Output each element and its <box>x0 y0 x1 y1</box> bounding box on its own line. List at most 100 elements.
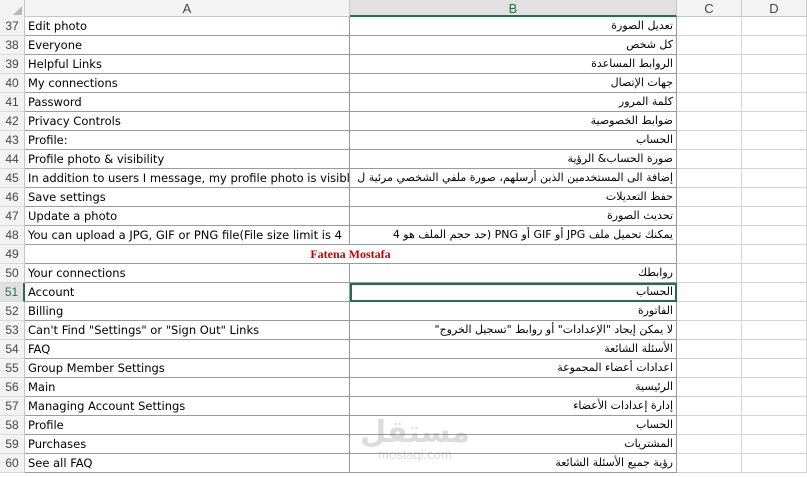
cell-empty[interactable] <box>742 17 807 36</box>
row-header[interactable]: 48 <box>0 226 25 245</box>
cell-empty[interactable] <box>677 17 742 36</box>
column-header-d[interactable]: D <box>742 0 807 17</box>
cell-arabic[interactable]: الأسئلة الشائعة <box>350 340 677 359</box>
cell-empty[interactable] <box>677 302 742 321</box>
cell-english[interactable]: Privacy Controls <box>25 112 350 131</box>
cell-empty[interactable] <box>677 150 742 169</box>
cell-english[interactable]: You can upload a JPG, GIF or PNG file(Fi… <box>25 226 350 245</box>
row-header[interactable]: 41 <box>0 93 25 112</box>
cell-empty[interactable] <box>677 397 742 416</box>
cell-arabic[interactable]: روابطك <box>350 264 677 283</box>
cell-empty[interactable] <box>677 112 742 131</box>
cell-arabic[interactable]: رؤية جميع الأسئلة الشائعة <box>350 454 677 473</box>
cell-empty[interactable] <box>742 169 807 188</box>
cell-english[interactable]: Can't Find "Settings" or "Sign Out" Link… <box>25 321 350 340</box>
cell-arabic[interactable]: الفاتورة <box>350 302 677 321</box>
cell-arabic[interactable]: الحساب <box>350 131 677 150</box>
cell-empty[interactable] <box>742 378 807 397</box>
cell-empty[interactable] <box>742 74 807 93</box>
cell-english[interactable]: Your connections <box>25 264 350 283</box>
cell-empty[interactable] <box>677 36 742 55</box>
row-header[interactable]: 38 <box>0 36 25 55</box>
cell-english[interactable]: Purchases <box>25 435 350 454</box>
cell-arabic[interactable]: اعدادات أعضاء المجموعة <box>350 359 677 378</box>
row-header[interactable]: 46 <box>0 188 25 207</box>
row-header[interactable]: 56 <box>0 378 25 397</box>
cell-arabic[interactable]: كل شخص <box>350 36 677 55</box>
row-header[interactable]: 50 <box>0 264 25 283</box>
cell-english[interactable]: Group Member Settings <box>25 359 350 378</box>
cell-empty[interactable] <box>742 207 807 226</box>
row-header[interactable]: 43 <box>0 131 25 150</box>
cell-english[interactable]: Profile <box>25 416 350 435</box>
row-header[interactable]: 37 <box>0 17 25 36</box>
cell-empty[interactable] <box>742 188 807 207</box>
cell-arabic[interactable]: تحديث الصورة <box>350 207 677 226</box>
cell-arabic[interactable]: حفظ التعديلات <box>350 188 677 207</box>
column-header-a[interactable]: A <box>25 0 350 17</box>
row-header[interactable]: 49 <box>0 245 25 264</box>
cell-empty[interactable] <box>742 36 807 55</box>
cell-english[interactable]: Everyone <box>25 36 350 55</box>
active-cell[interactable]: الحساب <box>350 283 677 302</box>
cell-empty[interactable] <box>677 207 742 226</box>
cell-arabic[interactable]: كلمة المرور <box>350 93 677 112</box>
row-header[interactable]: 59 <box>0 435 25 454</box>
cell-empty[interactable] <box>742 416 807 435</box>
cell-arabic[interactable]: الروابط المساعدة <box>350 55 677 74</box>
cell-empty[interactable] <box>742 321 807 340</box>
column-header-c[interactable]: C <box>677 0 742 17</box>
cell-empty[interactable] <box>677 264 742 283</box>
row-header[interactable]: 44 <box>0 150 25 169</box>
cell-empty[interactable] <box>677 378 742 397</box>
cell-empty[interactable] <box>677 169 742 188</box>
cell-english[interactable]: Managing Account Settings <box>25 397 350 416</box>
cell-english[interactable]: Update a photo <box>25 207 350 226</box>
cell-arabic[interactable]: الرئيسية <box>350 378 677 397</box>
cell-empty[interactable] <box>742 302 807 321</box>
row-header[interactable]: 39 <box>0 55 25 74</box>
row-header[interactable]: 45 <box>0 169 25 188</box>
cell-empty[interactable] <box>677 454 742 473</box>
cell-empty[interactable] <box>742 283 807 302</box>
cell-empty[interactable] <box>742 93 807 112</box>
cell-empty[interactable] <box>742 435 807 454</box>
cell-empty[interactable] <box>742 245 807 264</box>
cell-english[interactable]: Profile photo & visibility <box>25 150 350 169</box>
cell-empty[interactable] <box>677 435 742 454</box>
cell-arabic[interactable]: الحساب <box>350 416 677 435</box>
merged-cell-author[interactable]: Fatena Mostafa <box>25 245 677 264</box>
cell-empty[interactable] <box>677 131 742 150</box>
cell-arabic[interactable]: صورة الحساب& الرؤية <box>350 150 677 169</box>
row-header[interactable]: 47 <box>0 207 25 226</box>
cell-empty[interactable] <box>677 188 742 207</box>
cell-empty[interactable] <box>677 359 742 378</box>
cell-empty[interactable] <box>742 264 807 283</box>
cell-english[interactable]: Edit photo <box>25 17 350 36</box>
cell-arabic[interactable]: تعديل الصورة <box>350 17 677 36</box>
cell-empty[interactable] <box>742 397 807 416</box>
cell-empty[interactable] <box>677 55 742 74</box>
cell-arabic[interactable]: جهات الإتصال <box>350 74 677 93</box>
row-header[interactable]: 57 <box>0 397 25 416</box>
cell-empty[interactable] <box>677 340 742 359</box>
cell-english[interactable]: Save settings <box>25 188 350 207</box>
row-header[interactable]: 53 <box>0 321 25 340</box>
cell-english[interactable]: Profile: <box>25 131 350 150</box>
column-header-b[interactable]: B <box>350 0 677 17</box>
cell-english[interactable]: Password <box>25 93 350 112</box>
cell-empty[interactable] <box>677 283 742 302</box>
cell-english[interactable]: FAQ <box>25 340 350 359</box>
cell-empty[interactable] <box>677 93 742 112</box>
row-header[interactable]: 40 <box>0 74 25 93</box>
cell-empty[interactable] <box>677 74 742 93</box>
cell-empty[interactable] <box>677 321 742 340</box>
cell-english[interactable]: Account <box>25 283 350 302</box>
cell-empty[interactable] <box>677 245 742 264</box>
cell-english[interactable]: In addition to users I message, my profi… <box>25 169 350 188</box>
cell-english[interactable]: Main <box>25 378 350 397</box>
cell-empty[interactable] <box>677 226 742 245</box>
cell-english[interactable]: Billing <box>25 302 350 321</box>
cell-english[interactable]: See all FAQ <box>25 454 350 473</box>
cell-empty[interactable] <box>742 226 807 245</box>
